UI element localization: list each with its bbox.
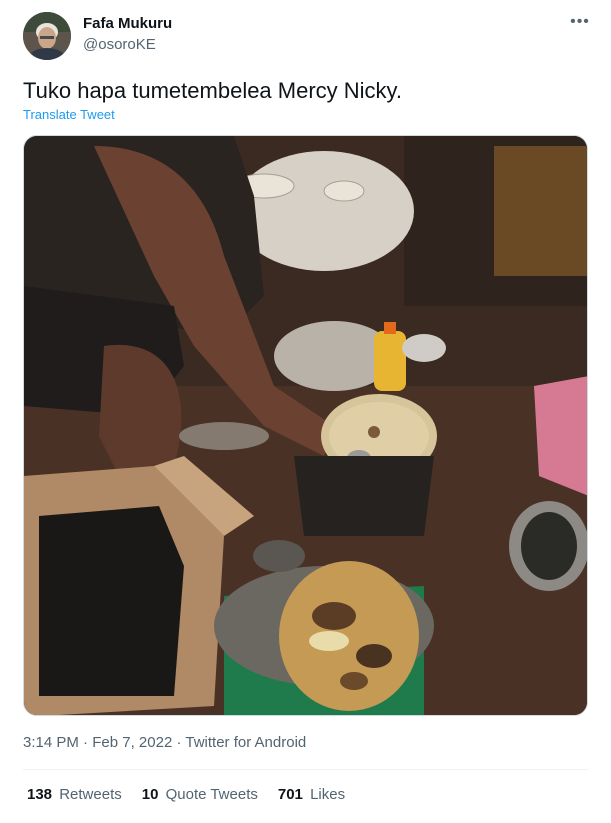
tweet-source[interactable]: Twitter for Android [185,734,306,751]
more-options-icon[interactable]: ••• [566,10,594,34]
divider [23,769,588,770]
tweet-date[interactable]: Feb 7, 2022 [92,734,172,751]
tweet-time[interactable]: 3:14 PM [23,734,79,751]
meta-separator: · [176,734,182,751]
avatar[interactable] [23,12,71,60]
quote-tweets-count: 10 [141,786,159,803]
retweets-label: Retweets [59,786,122,803]
author-handle[interactable]: @osoroKE [83,36,156,53]
retweets-stat[interactable]: 138 Retweets [27,786,122,803]
engagement-stats: 138 Retweets 10 Quote Tweets 701 Likes [27,786,365,803]
meta-separator: · [83,734,89,751]
quote-tweets-stat[interactable]: 10 Quote Tweets [142,786,258,803]
likes-label: Likes [310,786,346,803]
likes-count: 701 [277,786,303,803]
translate-tweet-link[interactable]: Translate Tweet [23,107,115,122]
tweet-text: Tuko hapa tumetembelea Mercy Nicky. [23,78,403,103]
tweet-photo[interactable] [23,135,588,716]
tweet-meta: 3:14 PM · Feb 7, 2022 · Twitter for Andr… [23,734,306,751]
author-name[interactable]: Fafa Mukuru [83,15,172,32]
quote-tweets-label: Quote Tweets [165,786,258,803]
likes-stat[interactable]: 701 Likes [278,786,345,803]
tweet: Fafa Mukuru @osoroKE ••• Tuko hapa tumet… [0,0,611,823]
retweets-count: 138 [27,786,53,803]
